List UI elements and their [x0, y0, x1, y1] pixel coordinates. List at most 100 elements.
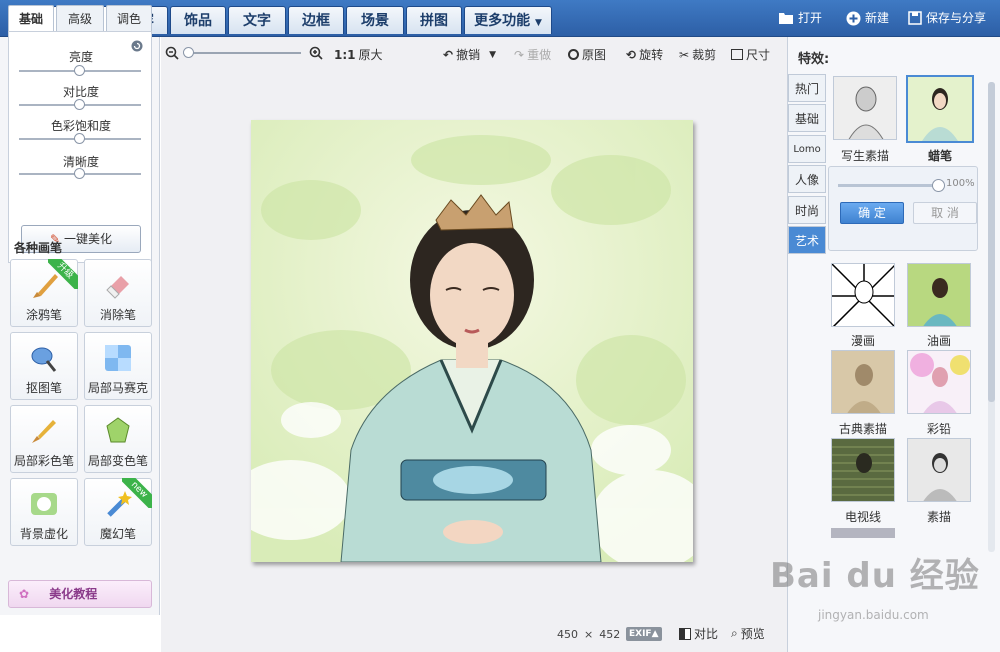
tutorial-label: 美化教程 — [49, 587, 98, 601]
subtab-advanced[interactable]: 高级 — [56, 5, 104, 31]
intensity-slider[interactable] — [838, 179, 945, 192]
saturation-knob[interactable] — [74, 133, 85, 144]
effect-thumb-sketch-bw[interactable] — [907, 438, 971, 502]
brush-eraser[interactable]: 消除笔 — [84, 259, 152, 327]
category-hot[interactable]: 热门 — [788, 74, 826, 102]
confirm-button[interactable]: 确 定 — [840, 202, 904, 224]
subtab-basic[interactable]: 基础 — [8, 5, 54, 33]
brush-label: 涂鸦笔 — [25, 308, 62, 322]
effect-thumb-tv-lines[interactable] — [831, 438, 895, 502]
crop-button[interactable]: ✂ 裁剪 — [679, 46, 716, 63]
brush-local-recolor[interactable]: 局部变色笔 — [84, 405, 152, 473]
open-button[interactable]: 打开 — [778, 9, 822, 27]
plus-circle-icon — [846, 11, 861, 25]
zoom-ratio: 1:1 — [334, 47, 356, 62]
category-art[interactable]: 艺术 — [788, 226, 826, 254]
tab-text[interactable]: 文字 — [228, 6, 286, 34]
preview-label: 预览 — [740, 627, 765, 641]
effects-scrollbar[interactable] — [988, 82, 995, 552]
zoom-out-button[interactable] — [165, 46, 179, 60]
rotate-button[interactable]: ⟲ 旋转 — [626, 46, 663, 63]
original-image-label: 原图 — [582, 48, 607, 62]
brush-cutout[interactable]: 抠图笔 — [10, 332, 78, 400]
effect-thumb-oil[interactable] — [907, 263, 971, 327]
scrollbar-thumb[interactable] — [988, 82, 995, 402]
partial-thumbnail — [831, 528, 895, 538]
effect-label: 彩铅 — [926, 422, 951, 436]
brightness-knob[interactable] — [74, 65, 85, 76]
effect-thumb-sketch[interactable] — [833, 76, 897, 140]
tab-frame[interactable]: 边框 — [288, 6, 344, 34]
brightness-label: 亮度 — [68, 50, 93, 64]
effect-thumb-crayon[interactable] — [906, 75, 974, 143]
baidu-watermark: Bai du 经验 — [770, 556, 980, 596]
compare-label: 对比 — [694, 627, 719, 641]
upgrade-badge: 升级 — [48, 259, 78, 289]
zoom-in-button[interactable] — [309, 46, 323, 60]
category-basic[interactable]: 基础 — [788, 104, 826, 132]
image-width: 450 — [557, 628, 578, 641]
tab-scene[interactable]: 场景 — [346, 6, 404, 34]
subtab-color[interactable]: 调色 — [106, 5, 152, 31]
compare-icon — [679, 627, 691, 640]
compare-button[interactable]: 对比 — [679, 625, 718, 642]
effect-thumb-comic[interactable] — [831, 263, 895, 327]
exif-button[interactable]: EXIF▲ — [626, 627, 662, 641]
effect-thumb-classic-sketch[interactable] — [831, 350, 895, 414]
chevron-down-icon: ▼ — [534, 18, 542, 28]
resize-button[interactable]: 尺寸 — [731, 46, 770, 63]
tab-more-features[interactable]: 更多功能 ▼ — [464, 6, 552, 34]
sharpness-knob[interactable] — [74, 168, 85, 179]
color-pencil-thumbnail — [908, 351, 970, 413]
redo-button[interactable]: ↷ 重做 — [514, 46, 551, 63]
original-size-button[interactable]: 1:1 原大 — [334, 46, 383, 63]
brightness-slider[interactable] — [19, 65, 141, 76]
brush-graffiti[interactable]: 涂鸦笔 升级 — [10, 259, 78, 327]
eraser-icon — [106, 276, 129, 299]
save-share-button[interactable]: 保存与分享 — [908, 9, 986, 27]
brush-label: 局部马赛克 — [87, 381, 148, 395]
brush-label: 局部变色笔 — [87, 454, 148, 468]
brush-local-color[interactable]: 局部彩色笔 — [10, 405, 78, 473]
brush-label: 魔幻笔 — [99, 527, 136, 541]
sharpness-slider[interactable] — [19, 168, 141, 179]
contrast-slider[interactable] — [19, 99, 141, 110]
circle-icon — [568, 49, 579, 60]
zoom-slider[interactable] — [183, 47, 301, 58]
effect-label: 写生素描 — [840, 149, 889, 163]
category-fashion[interactable]: 时尚 — [788, 196, 826, 224]
tab-accessories[interactable]: 饰品 — [170, 6, 226, 34]
new-button[interactable]: 新建 — [846, 9, 889, 27]
contrast-label: 对比度 — [62, 85, 99, 99]
zoom-out-icon — [165, 46, 179, 60]
zoom-knob[interactable] — [183, 47, 194, 58]
rotate-icon: ⟲ — [626, 47, 637, 62]
scissors-icon: ✂ — [679, 47, 690, 62]
intensity-knob[interactable] — [932, 179, 945, 192]
times-sign: × — [584, 628, 594, 641]
saturation-slider[interactable] — [19, 133, 141, 144]
status-bar: 450 × 452 — [557, 628, 620, 641]
contrast-knob[interactable] — [74, 99, 85, 110]
brush-mosaic[interactable]: 局部马赛克 — [84, 332, 152, 400]
undo-button[interactable]: ↶ 撤销 ▼ — [443, 46, 496, 63]
tab-collage[interactable]: 拼图 — [406, 6, 462, 34]
brush-background-blur[interactable]: 背景虚化 — [10, 478, 78, 546]
preview-button[interactable]: ⌕ 预览 — [731, 625, 765, 642]
brush-section-title: 各种画笔 — [14, 241, 63, 255]
color-brush-icon — [32, 420, 56, 443]
folder-icon — [779, 13, 793, 24]
tutorial-button[interactable]: ✿ 美化教程 — [8, 580, 152, 608]
category-lomo[interactable]: Lomo — [788, 135, 826, 163]
oil-thumbnail — [908, 264, 970, 326]
saturation-label: 色彩饱和度 — [50, 119, 111, 133]
edited-photo[interactable] — [251, 120, 693, 562]
brush-magic[interactable]: 魔幻笔 new — [84, 478, 152, 546]
new-label: 新建 — [865, 11, 890, 25]
effect-label: 素描 — [926, 510, 951, 524]
category-portrait[interactable]: 人像 — [788, 165, 826, 193]
crop-label: 裁剪 — [692, 48, 717, 62]
original-image-button[interactable]: 原图 — [568, 46, 606, 63]
cancel-button[interactable]: 取 消 — [913, 202, 977, 224]
effect-thumb-color-pencil[interactable] — [907, 350, 971, 414]
